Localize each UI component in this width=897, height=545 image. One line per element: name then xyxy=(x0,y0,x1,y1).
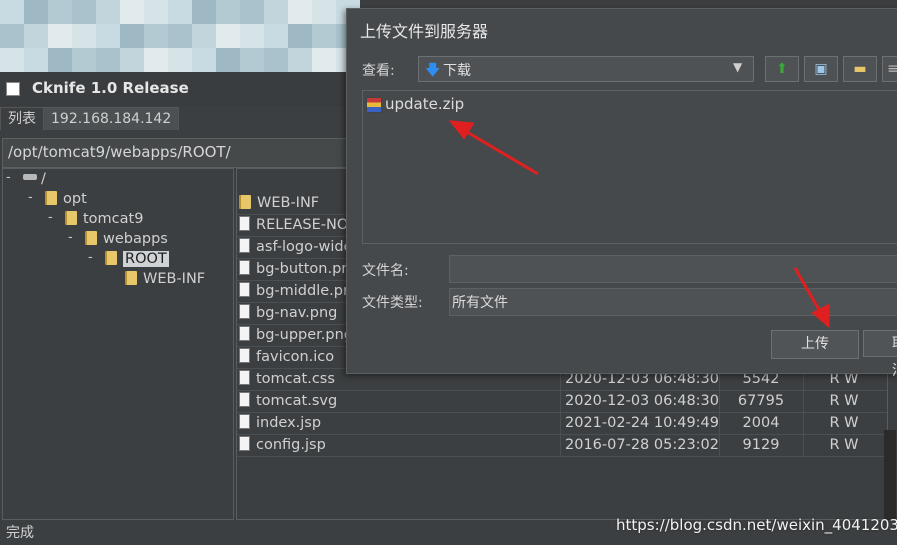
annotation-arrow-upload xyxy=(793,267,830,329)
annotation-arrow-file xyxy=(448,120,539,176)
annotation-layer xyxy=(448,120,830,329)
